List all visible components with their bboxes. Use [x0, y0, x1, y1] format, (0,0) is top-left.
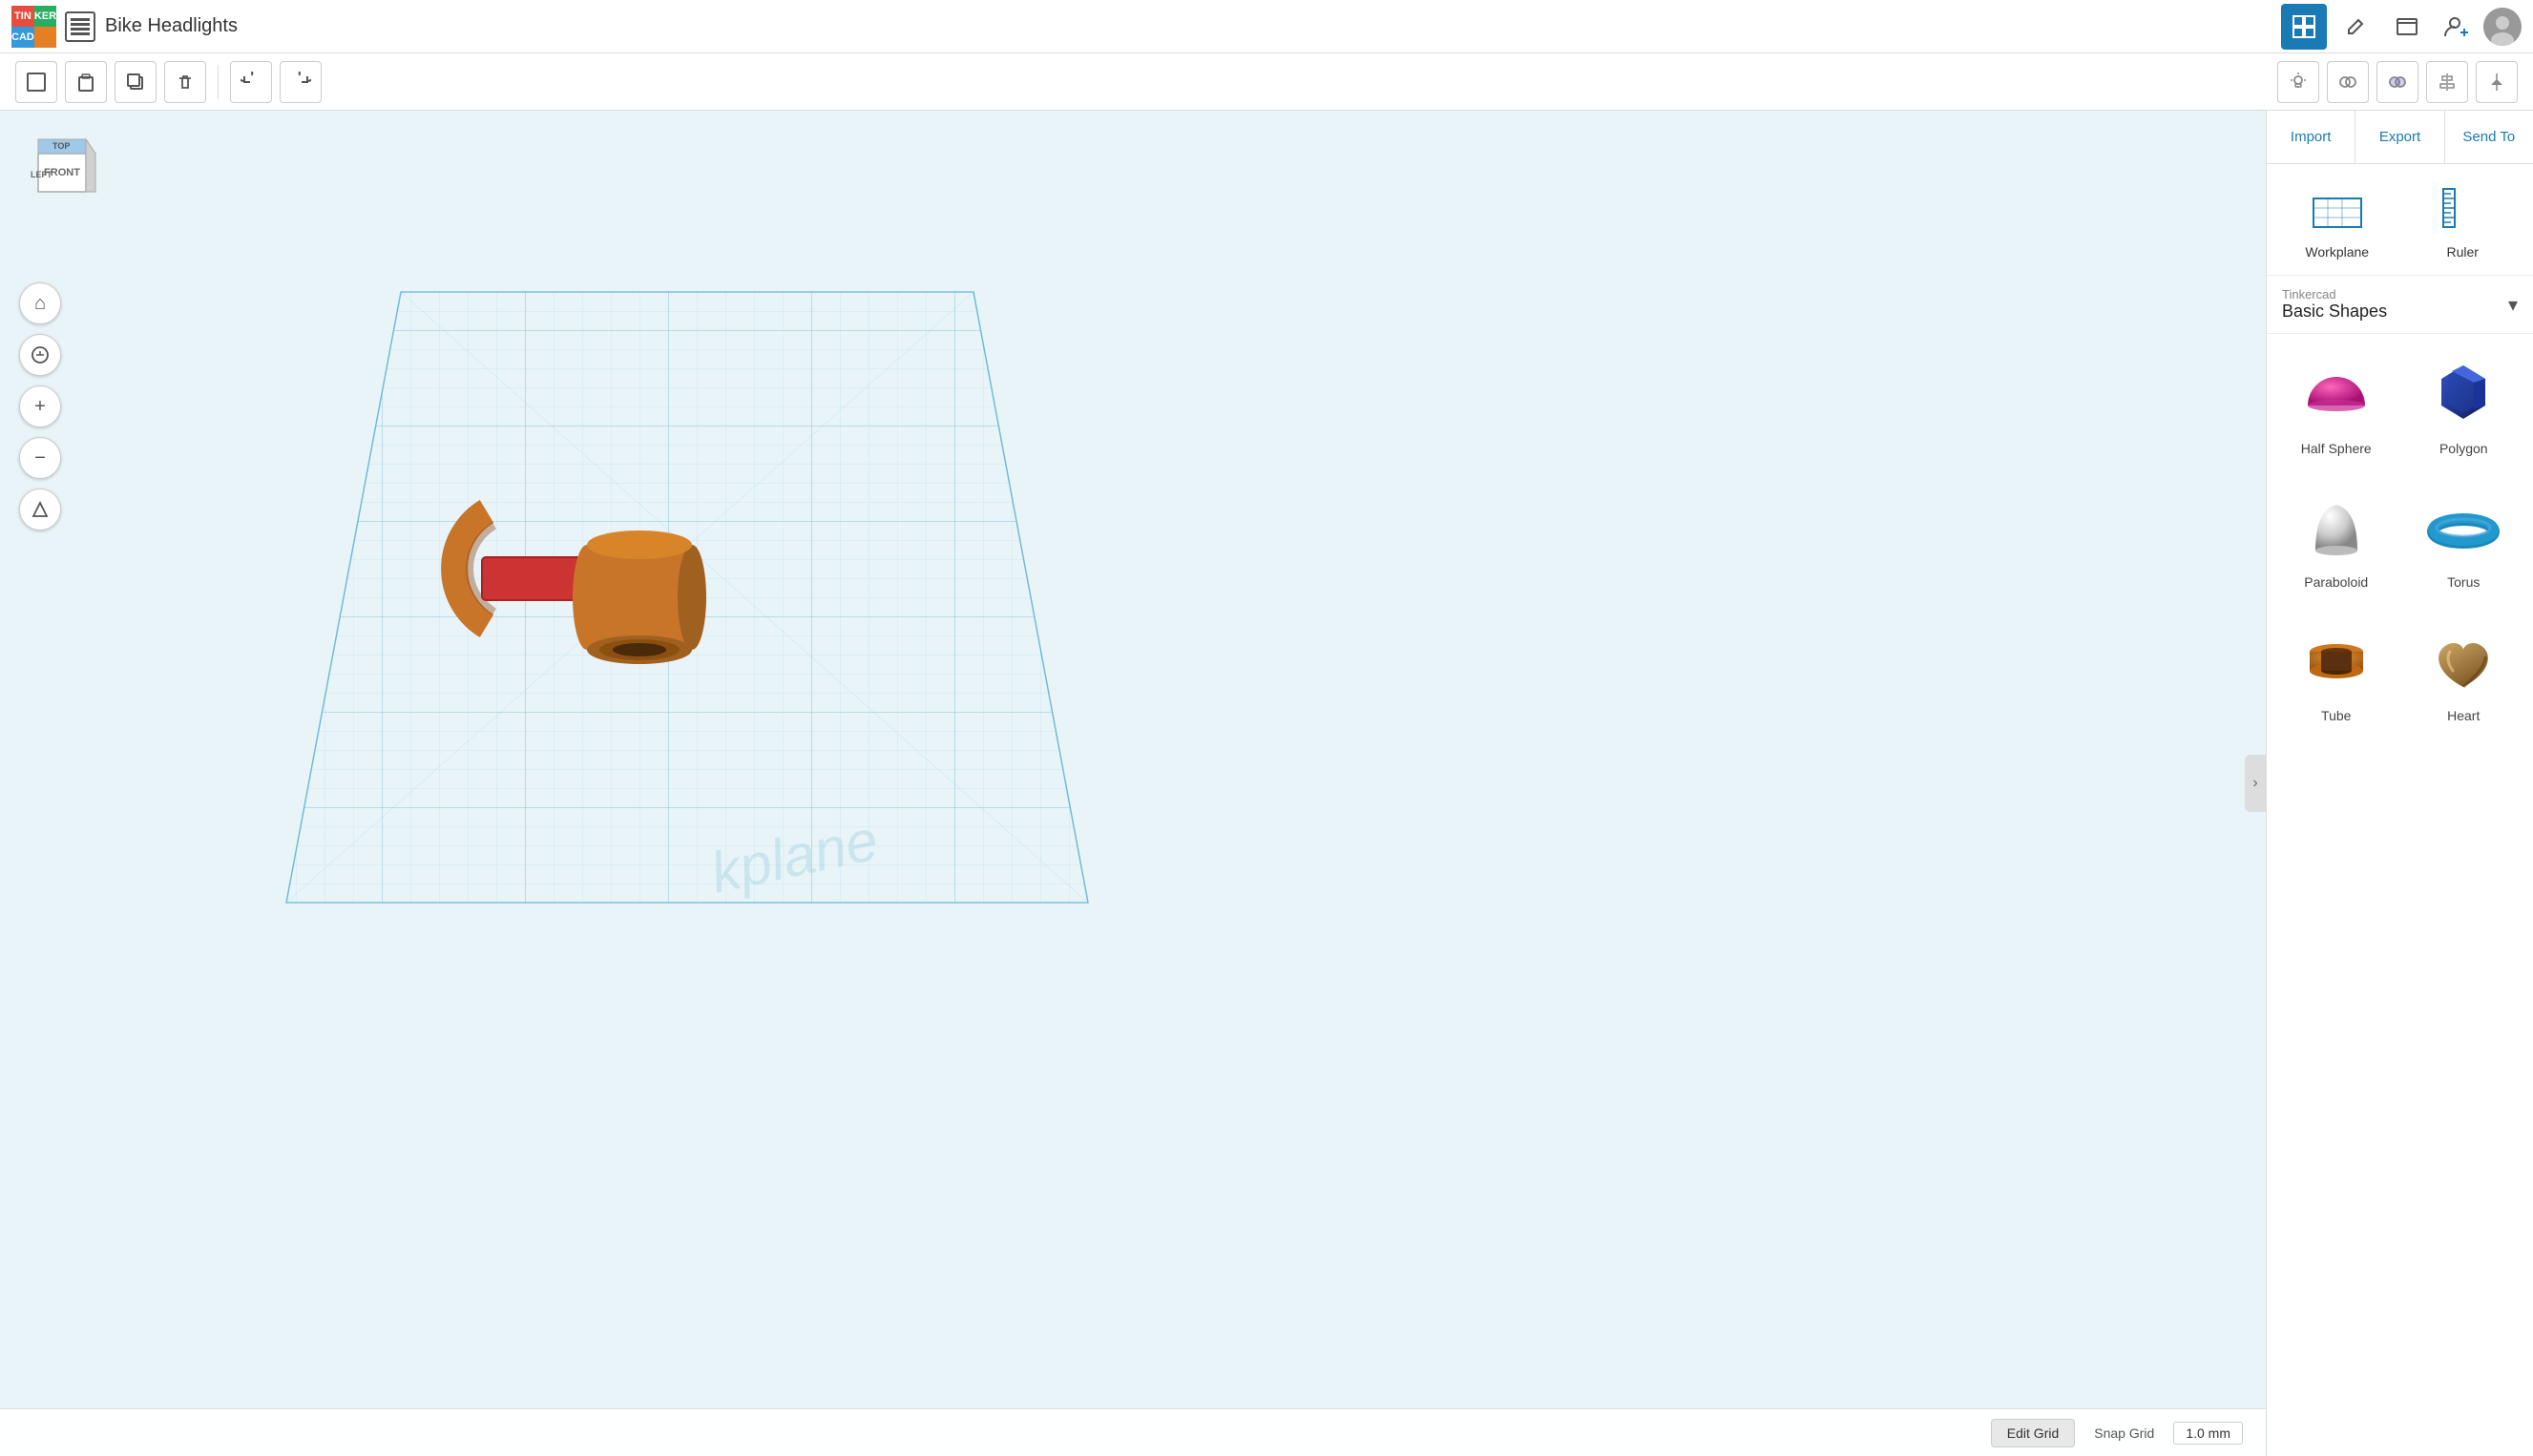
- zoom-in-btn[interactable]: +: [19, 385, 61, 427]
- grid-canvas: kplane: [0, 111, 2266, 1456]
- grid-view-btn[interactable]: [2281, 4, 2327, 50]
- shape-lib-brand: Tinkercad: [2282, 287, 2387, 302]
- shape-item-paraboloid[interactable]: Paraboloid: [2274, 475, 2398, 605]
- project-icon[interactable]: [65, 11, 95, 42]
- export-btn[interactable]: Export: [2355, 111, 2444, 163]
- logo-dot: [34, 27, 56, 48]
- shape-item-half-sphere[interactable]: Half Sphere: [2274, 342, 2398, 471]
- project-title: Bike Headlights: [105, 15, 238, 37]
- topbar: TIN KER CAD Bike Headlights: [0, 0, 2533, 53]
- duplicate-btn[interactable]: [115, 61, 157, 103]
- tube-icon: [2298, 624, 2375, 700]
- logo-ker: KER: [34, 6, 56, 27]
- viewport[interactable]: FRONT LEFT TOP ⌂ + −: [0, 111, 2266, 1456]
- workplane-tool[interactable]: Workplane: [2282, 179, 2393, 260]
- align-btn[interactable]: [2426, 61, 2468, 103]
- half-sphere-label: Half Sphere: [2301, 441, 2372, 456]
- build-tool-btn[interactable]: [2333, 4, 2378, 50]
- toolbar: [0, 53, 2533, 111]
- undo-btn[interactable]: [230, 61, 272, 103]
- workplane-label: Workplane: [2305, 244, 2369, 260]
- topbar-right: [2281, 4, 2522, 50]
- bottom-bar: Edit Grid Snap Grid 1.0 mm: [0, 1408, 2266, 1456]
- shape-item-tube[interactable]: Tube: [2274, 609, 2398, 738]
- polygon-label: Polygon: [2439, 441, 2488, 456]
- logo: TIN KER CAD: [11, 6, 53, 48]
- mirror-btn[interactable]: [2476, 61, 2518, 103]
- import-btn[interactable]: Import: [2267, 111, 2355, 163]
- paraboloid-icon: [2298, 490, 2375, 567]
- snap-grid-value[interactable]: 1.0 mm: [2173, 1422, 2243, 1445]
- workplane-icon: [2309, 179, 2366, 237]
- shape-item-heart[interactable]: Heart: [2402, 609, 2526, 738]
- panel-tools: Workplane Ruler: [2267, 164, 2533, 276]
- new-shape-btn[interactable]: [15, 61, 57, 103]
- heart-label: Heart: [2447, 708, 2480, 723]
- perspective-btn[interactable]: [19, 489, 61, 530]
- paraboloid-label: Paraboloid: [2304, 574, 2368, 590]
- torus-label: Torus: [2447, 574, 2480, 590]
- delete-btn[interactable]: [164, 61, 206, 103]
- shape-item-polygon[interactable]: Polygon: [2402, 342, 2526, 471]
- shape-lib-dropdown-btn[interactable]: ▾: [2508, 293, 2518, 317]
- shape-subtract-btn[interactable]: [2327, 61, 2369, 103]
- polygon-icon: [2425, 357, 2502, 433]
- shape-lib-title: Basic Shapes: [2282, 302, 2387, 322]
- edit-grid-btn[interactable]: Edit Grid: [1991, 1419, 2075, 1447]
- panel-actions: Import Export Send To: [2267, 111, 2533, 164]
- paste-btn[interactable]: [65, 61, 107, 103]
- toolbar-separator-1: [218, 65, 219, 99]
- heart-icon: [2425, 624, 2502, 700]
- panel-collapse-btn[interactable]: ›: [2245, 755, 2266, 812]
- snap-grid-label: Snap Grid: [2094, 1425, 2154, 1441]
- ruler-tool[interactable]: Ruler: [2408, 179, 2519, 260]
- tube-label: Tube: [2321, 708, 2351, 723]
- shapes-grid: Half Sphere: [2267, 334, 2533, 746]
- redo-btn[interactable]: [280, 61, 322, 103]
- ruler-label: Ruler: [2447, 244, 2479, 260]
- file-manager-btn[interactable]: [2384, 4, 2430, 50]
- home-btn[interactable]: ⌂: [19, 282, 61, 324]
- shape-item-torus[interactable]: Torus: [2402, 475, 2526, 605]
- right-panel: Import Export Send To: [2266, 111, 2533, 1456]
- torus-icon: [2425, 490, 2502, 567]
- zoom-fit-btn[interactable]: [19, 334, 61, 376]
- ruler-icon: [2434, 179, 2491, 237]
- shape-library-header: Tinkercad Basic Shapes ▾: [2267, 276, 2533, 334]
- zoom-out-btn[interactable]: −: [19, 437, 61, 479]
- left-controls: ⌂ + −: [19, 282, 61, 530]
- half-sphere-icon: [2298, 357, 2375, 433]
- logo-tin: TIN: [11, 6, 34, 27]
- logo-cad: CAD: [11, 27, 34, 48]
- add-person-btn[interactable]: [2436, 6, 2478, 48]
- shape-group-btn[interactable]: [2376, 61, 2418, 103]
- main-area: FRONT LEFT TOP ⌂ + −: [0, 111, 2533, 1456]
- user-avatar[interactable]: [2483, 8, 2522, 46]
- light-btn[interactable]: [2277, 61, 2319, 103]
- send-to-btn[interactable]: Send To: [2445, 111, 2533, 163]
